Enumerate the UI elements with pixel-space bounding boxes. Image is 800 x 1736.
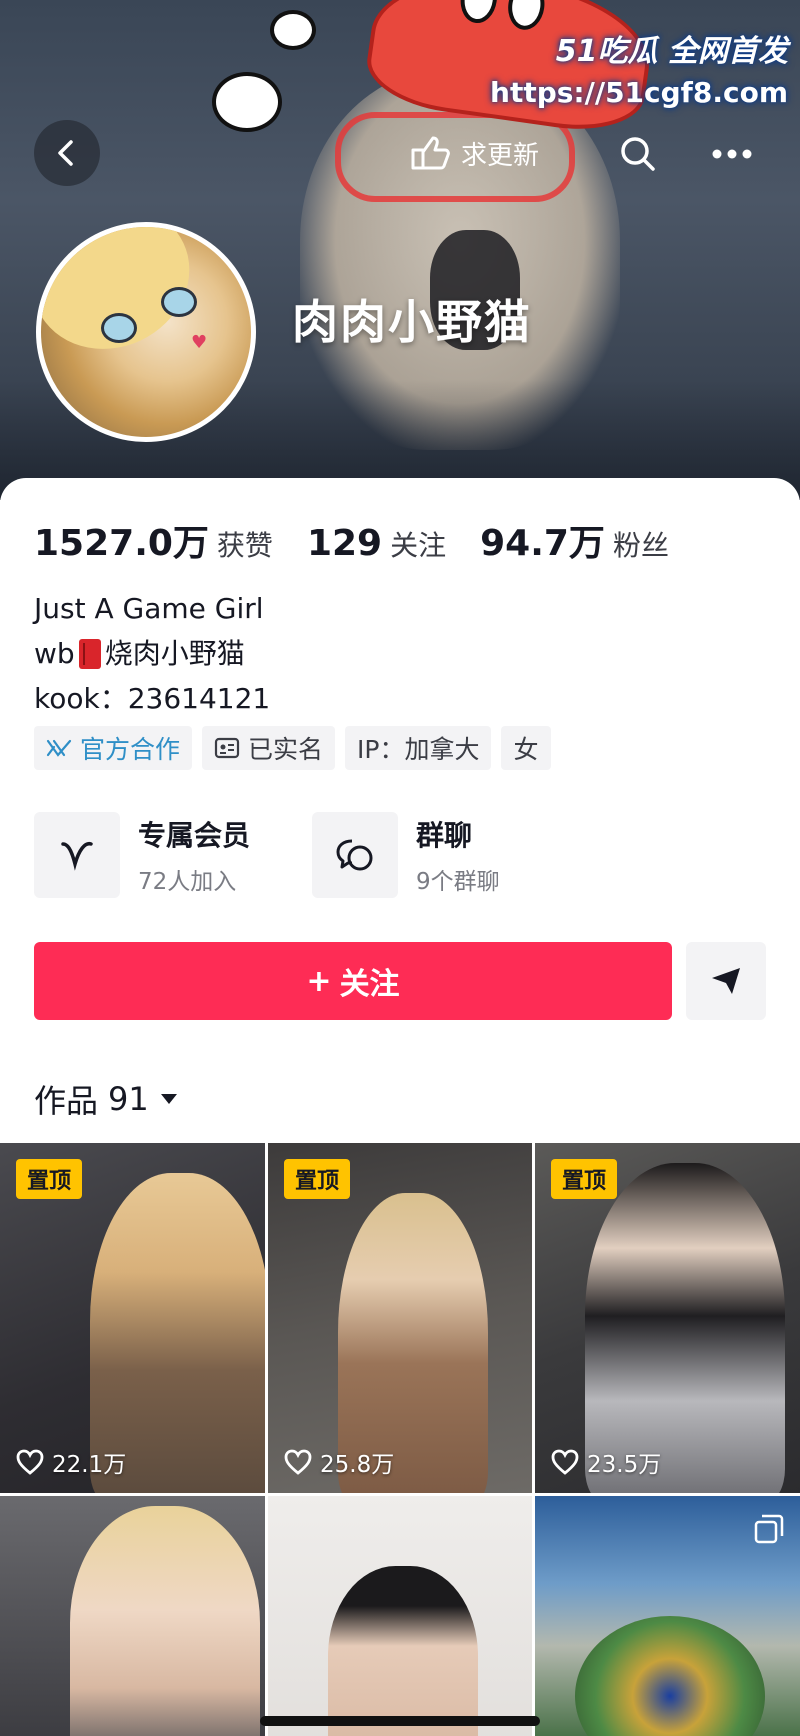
bio-line-prefix: wb: [34, 637, 75, 670]
pinned-badge: 置顶: [551, 1159, 617, 1199]
tag-official-cooperation[interactable]: 官方合作: [34, 726, 193, 770]
banner-cloud-sticker: [212, 72, 282, 132]
group-chat-entry[interactable]: 群聊 9个群聊: [312, 812, 500, 898]
pointing-hand-icon: [411, 136, 450, 170]
video-tile[interactable]: 置顶 22.1万: [0, 1143, 265, 1493]
tag-verified[interactable]: 已实名: [202, 726, 336, 770]
follow-button[interactable]: + 关注: [34, 942, 672, 1020]
heart-icon: [284, 1449, 312, 1475]
video-tile[interactable]: [535, 1496, 800, 1736]
search-icon: [621, 137, 655, 171]
more-button[interactable]: [704, 130, 760, 178]
stat-following[interactable]: 129 关注: [307, 523, 446, 564]
stat-label: 关注: [390, 529, 447, 562]
works-tab[interactable]: 作品 91: [34, 1076, 179, 1122]
feature-title: 群聊: [416, 819, 473, 852]
bio: Just A Game Girl wb 烧肉小野猫 kook：23614121: [34, 586, 270, 721]
tag-label: IP：加拿大: [357, 735, 480, 764]
request-update-label: 求更新: [461, 140, 540, 171]
send-arrow-icon: [712, 968, 740, 994]
follow-label: 关注: [339, 967, 400, 1002]
red-book-icon: [78, 638, 101, 669]
tag-ip-location: IP：加拿大: [345, 726, 492, 770]
heart-icon: [16, 1449, 44, 1475]
stat-followers[interactable]: 94.7万 粉丝: [480, 514, 669, 566]
bio-line-suffix: 烧肉小野猫: [104, 637, 245, 670]
stat-label: 获赞: [216, 529, 273, 562]
stat-value: 94.7万: [480, 523, 605, 564]
more-dots-icon: [712, 149, 752, 159]
avatar[interactable]: ♥: [36, 222, 256, 442]
stat-value: 1527.0万: [34, 523, 209, 564]
works-count: 91: [108, 1080, 149, 1118]
pinned-badge: 置顶: [284, 1159, 350, 1199]
like-count: 23.5万: [551, 1445, 661, 1479]
heart-icon: [551, 1449, 579, 1475]
home-indicator: [260, 1716, 540, 1726]
works-label: 作品: [34, 1082, 99, 1120]
video-tile[interactable]: 置顶 23.5万: [535, 1143, 800, 1493]
bio-line: Just A Game Girl: [34, 592, 264, 625]
watermark: 51吃瓜 全网首发 https://51cgf8.com: [490, 26, 788, 109]
video-tile[interactable]: [268, 1496, 532, 1736]
chevron-left-icon: [58, 140, 73, 166]
video-tile[interactable]: 置顶 25.8万: [268, 1143, 532, 1493]
multi-image-icon: [754, 1514, 784, 1544]
feature-icon-box: [312, 812, 399, 898]
like-count-value: 25.8万: [320, 1452, 395, 1478]
bio-line: kook：23614121: [34, 682, 271, 715]
stats-row: 1527.0万 获赞 129 关注 94.7万 粉丝: [34, 514, 669, 566]
membership-entry[interactable]: 专属会员 72人加入: [34, 812, 250, 898]
feature-title: 专属会员: [138, 819, 251, 852]
handshake-icon: [46, 739, 72, 757]
tag-label: 女: [513, 735, 539, 764]
stat-label: 粉丝: [612, 529, 669, 562]
request-update-button[interactable]: 求更新: [395, 120, 561, 186]
watermark-url: https://51cgf8.com: [490, 76, 788, 109]
video-tile[interactable]: [0, 1496, 265, 1736]
tag-row: 官方合作 已实名 IP：加拿大 女: [34, 726, 551, 770]
stat-value: 129: [306, 523, 383, 564]
like-count-value: 23.5万: [587, 1452, 662, 1478]
like-count: 25.8万: [284, 1445, 394, 1479]
feature-subtitle: 72人加入: [138, 869, 237, 895]
bio-line: wb 烧肉小野猫: [34, 631, 270, 676]
tag-label: 已实名: [248, 735, 324, 764]
search-button[interactable]: [614, 130, 662, 178]
id-card-icon: [214, 737, 240, 759]
like-count: 22.1万: [16, 1445, 126, 1479]
tag-gender: 女: [501, 726, 551, 770]
like-count-value: 22.1万: [52, 1452, 127, 1478]
chat-bubbles-icon: [336, 839, 373, 871]
caret-down-icon: [160, 1094, 177, 1104]
share-button[interactable]: [686, 942, 766, 1020]
feature-subtitle: 9个群聊: [416, 869, 500, 895]
feature-icon-box: [34, 812, 120, 898]
plus-icon: +: [306, 963, 332, 999]
v-badge-icon: [61, 841, 93, 871]
stat-likes[interactable]: 1527.0万 获赞: [34, 514, 273, 566]
banner-cloud-sticker-small: [270, 10, 316, 50]
tag-label: 官方合作: [80, 735, 181, 764]
pinned-badge: 置顶: [16, 1159, 82, 1199]
watermark-title: 51吃瓜 全网首发: [555, 34, 788, 69]
feature-row: 专属会员 72人加入 群聊 9个群聊: [34, 812, 500, 898]
display-name: 肉肉小野猫: [292, 295, 532, 349]
back-button[interactable]: [34, 120, 100, 186]
